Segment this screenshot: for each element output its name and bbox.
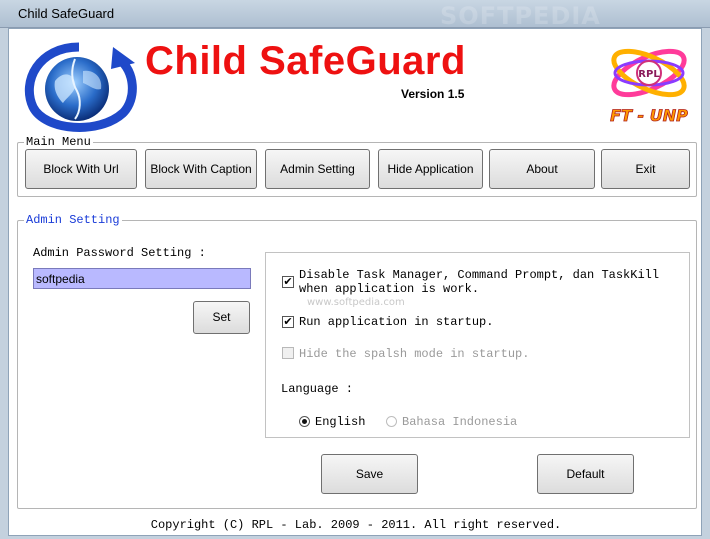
main-menu-legend: Main Menu — [26, 135, 91, 149]
english-radio-label: English — [315, 415, 366, 429]
run-in-startup-label: Run application in startup. — [299, 315, 494, 329]
hide-splash-checkbox — [282, 347, 294, 359]
block-with-caption-button[interactable]: Block With Caption — [145, 149, 257, 189]
block-with-url-button[interactable]: Block With Url — [25, 149, 137, 189]
about-button[interactable]: About — [489, 149, 595, 189]
titlebar-watermark: SOFTPEDIA — [440, 2, 601, 30]
disable-task-manager-checkbox[interactable]: ✔ — [282, 276, 294, 288]
svg-text:FT - UNP: FT - UNP — [610, 106, 688, 125]
default-button[interactable]: Default — [537, 454, 634, 494]
admin-setting-button[interactable]: Admin Setting — [265, 149, 370, 189]
window-title: Child SafeGuard — [18, 6, 115, 21]
english-radio[interactable] — [299, 416, 310, 427]
window-frame-left — [0, 28, 8, 539]
copyright-footer: Copyright (C) RPL - Lab. 2009 - 2011. Al… — [150, 518, 562, 532]
disable-task-manager-label: Disable Task Manager, Command Prompt, da… — [299, 268, 660, 296]
admin-password-input[interactable]: softpedia — [33, 268, 251, 289]
main-window: Child SafeGuard Version 1.5 RPL FT - UNP… — [8, 28, 702, 536]
app-title: Child SafeGuard — [145, 39, 466, 83]
set-password-button[interactable]: Set — [193, 301, 250, 334]
bahasa-indonesia-radio-label: Bahasa Indonesia — [402, 415, 518, 429]
rpl-ft-unp-logo-icon: RPL FT - UNP — [610, 48, 689, 125]
version-label: Version 1.5 — [401, 87, 465, 101]
panel-watermark: www.softpedia.com — [307, 297, 405, 308]
hide-splash-label: Hide the spalsh mode in startup. — [299, 347, 530, 361]
language-label: Language : — [281, 382, 354, 396]
window-frame-right — [702, 28, 710, 539]
globe-logo-icon — [24, 42, 137, 132]
svg-text:RPL: RPL — [638, 69, 660, 80]
run-in-startup-checkbox[interactable]: ✔ — [282, 316, 294, 328]
hide-application-button[interactable]: Hide Application — [378, 149, 483, 189]
title-bar: Child SafeGuard SOFTPEDIA — [0, 0, 710, 30]
save-button[interactable]: Save — [321, 454, 418, 494]
exit-button[interactable]: Exit — [601, 149, 690, 189]
admin-setting-legend: Admin Setting — [26, 213, 120, 227]
bahasa-indonesia-radio — [386, 416, 397, 427]
admin-password-label: Admin Password Setting : — [33, 246, 206, 260]
